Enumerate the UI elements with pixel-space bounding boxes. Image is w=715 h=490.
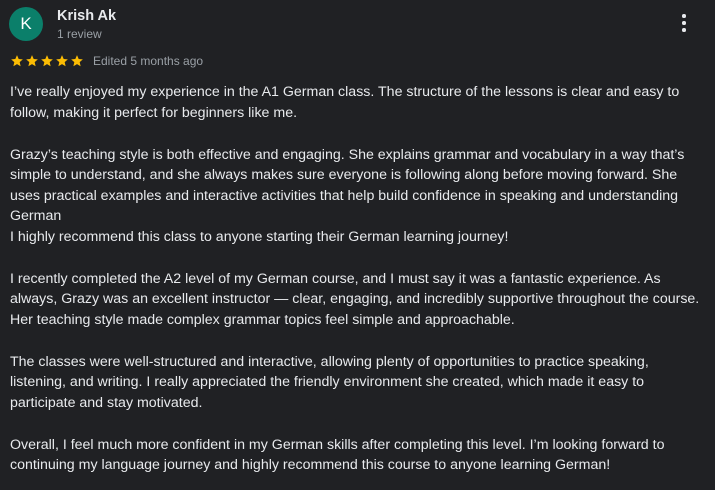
star-icon: [41, 55, 53, 67]
rating-row: Edited 5 months ago: [10, 53, 203, 69]
review-text: I’ve really enjoyed my experience in the…: [10, 82, 705, 476]
edited-label: Edited 5 months ago: [93, 54, 204, 68]
more-vert-icon[interactable]: [674, 14, 694, 36]
review-paragraph: I’ve really enjoyed my experience in the…: [10, 84, 680, 121]
star-icon: [11, 55, 23, 67]
avatar[interactable]: K: [9, 7, 43, 41]
reviewer-name[interactable]: Krish Ak: [57, 8, 116, 24]
star-icon: [56, 55, 68, 67]
review-paragraph: I recently completed the A2 level of my …: [10, 270, 700, 328]
review-count: 1 review: [57, 27, 102, 41]
review-paragraph: I highly recommend this class to anyone …: [10, 228, 509, 245]
review-paragraph: Grazy’s teaching style is both effective…: [10, 146, 685, 225]
star-icon: [26, 55, 38, 67]
star-icon: [71, 55, 83, 67]
review-paragraph: Overall, I feel much more confident in m…: [10, 436, 665, 474]
review-card: K Krish Ak 1 review Edited 5 months ago …: [0, 0, 715, 490]
review-paragraph: The classes were well-structured and int…: [10, 353, 649, 411]
star-rating: [10, 54, 84, 68]
